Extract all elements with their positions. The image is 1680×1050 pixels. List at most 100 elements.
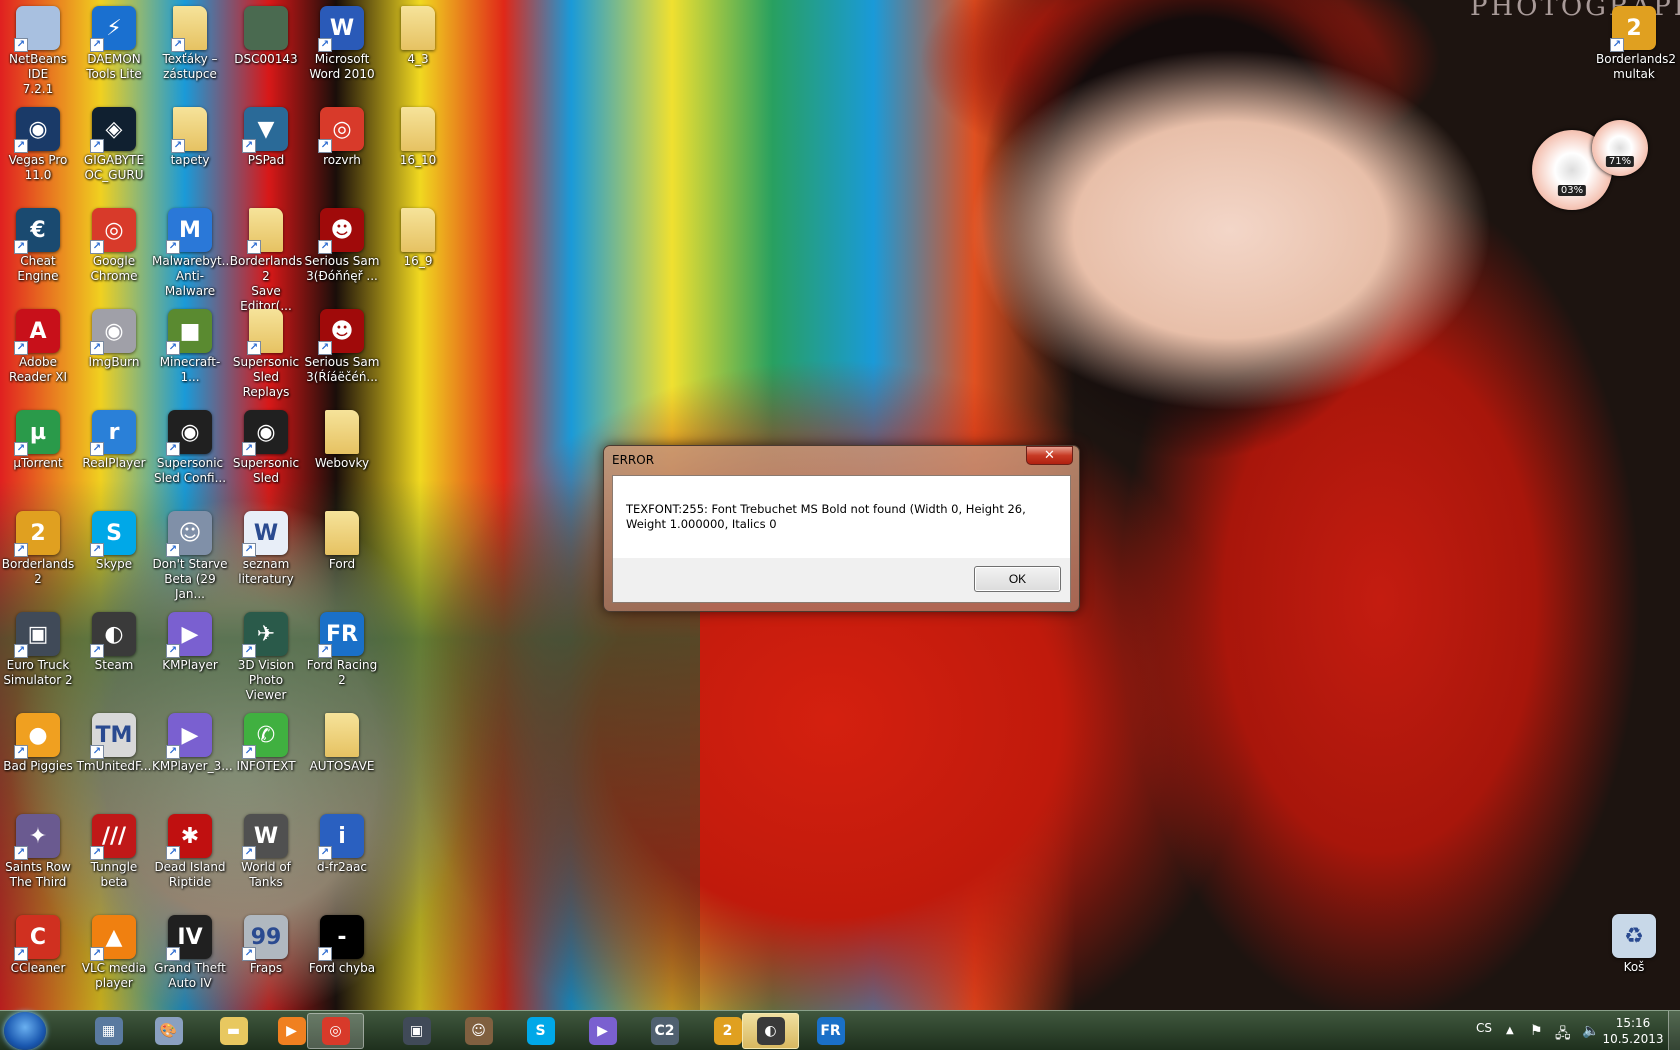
desktop-icon[interactable]: TM ↗ TmUnitedF... [76, 707, 152, 774]
desktop-icon-label: Ford chyba [308, 961, 376, 975]
desktop-icon[interactable]: W ↗ World of Tanks [228, 808, 304, 890]
black-file-icon: - ↗ [318, 915, 364, 961]
desktop-icon[interactable]: 99 ↗ Fraps [228, 909, 304, 976]
serious-sam-icon: ☻ ↗ [318, 208, 364, 254]
show-desktop-button[interactable] [1668, 1011, 1680, 1050]
icon-glyph: ✱ [180, 823, 200, 849]
desktop-icon-label: Bad Piggies [3, 759, 73, 773]
desktop-icon-label: DAEMON Tools Lite [86, 52, 142, 81]
taskbar-item-paint[interactable]: 🎨 [140, 1013, 197, 1049]
desktop-icon[interactable]: ● ↗ Bad Piggies [0, 707, 76, 774]
shortcut-arrow-icon: ↗ [166, 644, 180, 658]
action-center-flag-icon[interactable]: ⚑ [1530, 1023, 1543, 1039]
taskbar-item-chrome[interactable]: ◎ [307, 1013, 364, 1049]
desktop-icon[interactable]: ☻ ↗ Serious Sam 3(Đóňńęř ... [304, 202, 380, 284]
taskbar-item-gta-san-andreas[interactable]: ☺ [450, 1013, 507, 1049]
taskbar-item-calculator[interactable]: ▦ [80, 1013, 137, 1049]
shortcut-arrow-icon: ↗ [318, 341, 332, 355]
desktop-icon[interactable]: ↗ NetBeans IDE 7.2.1 [0, 0, 76, 97]
desktop-icon[interactable]: 4_3 [380, 0, 456, 67]
desktop-icon[interactable]: S ↗ Skype [76, 505, 152, 572]
desktop-icon[interactable]: ↗ Texťáky – zástupce [152, 0, 228, 82]
shortcut-arrow-icon: ↗ [242, 947, 256, 961]
desktop-icon[interactable]: € ↗ Cheat Engine [0, 202, 76, 284]
shortcut-arrow-icon: ↗ [247, 240, 261, 254]
desktop-icon[interactable]: ⚡ ↗ DAEMON Tools Lite [76, 0, 152, 82]
desktop-icon[interactable]: ✆ ↗ INFOTEXT [228, 707, 304, 774]
icon-glyph: ▣ [27, 621, 49, 647]
desktop-icon[interactable]: ↗ Borderlands 2 Save Editor(... [228, 202, 304, 314]
taskbar-item-euro-truck-simulator[interactable]: ▣ [388, 1013, 445, 1049]
desktop-icon[interactable]: ◎ ↗ rozvrh [304, 101, 380, 168]
memory-meter-gadget[interactable]: 71% [1592, 120, 1648, 176]
icon-glyph: ✈ [256, 621, 276, 647]
desktop-icon[interactable]: DSC00143 [228, 0, 304, 67]
desktop-icon[interactable]: ◈ ↗ GIGABYTE OC_GURU [76, 101, 152, 183]
desktop-icon[interactable]: ///↗ Tunngle beta [76, 808, 152, 890]
desktop-icon[interactable]: Webovky [304, 404, 380, 471]
desktop-icon[interactable]: ✈ ↗ 3D Vision Photo Viewer [228, 606, 304, 703]
desktop-icon[interactable]: ▶ ↗ KMPlayer [152, 606, 228, 673]
shortcut-arrow-icon: ↗ [166, 240, 180, 254]
desktop-icon[interactable]: M ↗ Malwarebyt... Anti-Malware [152, 202, 233, 299]
network-icon[interactable]: 🖧 [1555, 1023, 1571, 1047]
clock[interactable]: 15:16 10.5.2013 [1600, 1015, 1666, 1047]
taskbar-item-steam[interactable]: ◐ [742, 1013, 799, 1049]
desktop-icon[interactable]: A ↗ Adobe Reader XI [0, 303, 76, 385]
desktop-icon[interactable]: ↗ tapety [152, 101, 228, 168]
language-indicator[interactable]: CS [1476, 1021, 1492, 1035]
desktop-icon[interactable]: W ↗ Microsoft Word 2010 [304, 0, 380, 82]
desktop-icon[interactable]: µ ↗ µTorrent [0, 404, 76, 471]
desktop-icon[interactable]: ☺ ↗ Don't Starve Beta (29 Jan... [152, 505, 228, 602]
desktop-icon[interactable]: ♻ Koš [1596, 908, 1672, 975]
desktop-icon[interactable]: ◉ ↗ Supersonic Sled Confi... [152, 404, 228, 486]
desktop-icon-label: Cheat Engine [17, 254, 59, 283]
desktop-icon[interactable]: Ford [304, 505, 380, 572]
desktop-icon[interactable]: i ↗ d-fr2aac [304, 808, 380, 875]
ford-racing-icon: FR ↗ [318, 612, 364, 658]
shortcut-arrow-icon: ↗ [90, 341, 104, 355]
desktop-icon[interactable]: 16_9 [380, 202, 456, 269]
desktop-icon[interactable]: FR ↗ Ford Racing 2 [304, 606, 380, 688]
start-button[interactable] [4, 1012, 46, 1050]
desktop-icon[interactable]: ↗ Supersonic Sled Replays [228, 303, 304, 400]
euro-truck-icon: ▣ ↗ [14, 612, 60, 658]
desktop-icon[interactable]: - ↗ Ford chyba [304, 909, 380, 976]
taskbar-item-skype[interactable]: S [512, 1013, 569, 1049]
desktop-icon[interactable]: AUTOSAVE [304, 707, 380, 774]
taskbar-item-ford-racing-2[interactable]: FR [802, 1013, 859, 1049]
taskbar-item-windows-explorer[interactable]: ▬ [205, 1013, 262, 1049]
daemon-tools-icon: ⚡ ↗ [90, 6, 136, 52]
desktop-icon[interactable]: ✦ ↗ Saints Row The Third [0, 808, 76, 890]
desktop-icon[interactable]: r ↗ RealPlayer [76, 404, 152, 471]
desktop-icon[interactable]: ☻ ↗ Serious Sam 3(Ŕíáëčéń... [304, 303, 380, 385]
desktop-icon[interactable]: ▼ ↗ PSPad [228, 101, 304, 168]
taskbar-item-kmplayer[interactable]: ▶ [574, 1013, 631, 1049]
taskbar-item-crysis-2[interactable]: C2 [636, 1013, 693, 1049]
desktop-icon[interactable]: ▶ ↗ KMPlayer_3... [152, 707, 233, 774]
desktop-icon[interactable]: ■ ↗ Minecraft-1... [152, 303, 228, 385]
desktop-icon[interactable]: ◎ ↗ Google Chrome [76, 202, 152, 284]
desktop-icon[interactable]: C ↗ CCleaner [0, 909, 76, 976]
clock-date: 10.5.2013 [1602, 1032, 1664, 1046]
desktop-icon[interactable]: ▲ ↗ VLC media player [76, 909, 152, 991]
desktop-icon[interactable]: ▣ ↗ Euro Truck Simulator 2 [0, 606, 76, 688]
chrome-icon: ◎ [321, 1017, 350, 1045]
close-icon[interactable]: ✕ [1026, 446, 1073, 465]
desktop-icon[interactable]: W ↗ seznam literatury [228, 505, 304, 587]
desktop-icon[interactable]: 2 ↗ Borderlands2 multak [1596, 0, 1676, 82]
desktop-icon[interactable]: IV ↗ Grand Theft Auto IV [152, 909, 228, 991]
desktop-icon[interactable]: ◐ ↗ Steam [76, 606, 152, 673]
desktop-icon[interactable]: 2 ↗ Borderlands 2 [0, 505, 76, 587]
desktop-icon[interactable]: ✱ ↗ Dead Island Riptide [152, 808, 228, 890]
desktop-icon[interactable]: ◉ ↗ Supersonic Sled [228, 404, 304, 486]
dialog-title: ERROR [612, 453, 655, 467]
ok-button[interactable]: OK [974, 566, 1061, 592]
desktop-icon[interactable]: ◉ ↗ ImgBurn [76, 303, 152, 370]
taskbar: ▦ 🎨 ▬ ▶ ◎ ▣ ☺ S ▶ C2 2 ◐ FR CS ▲ ⚑ 🖧 🔈 15:16 10.5.20… [0, 1010, 1680, 1050]
netbeans-icon: ↗ [14, 6, 60, 52]
desktop-icon[interactable]: 16_10 [380, 101, 456, 168]
desktop-icon[interactable]: ◉ ↗ Vegas Pro 11.0 [0, 101, 76, 183]
volume-icon[interactable]: 🔈 [1582, 1023, 1599, 1039]
show-hidden-icons-icon[interactable]: ▲ [1506, 1025, 1514, 1036]
